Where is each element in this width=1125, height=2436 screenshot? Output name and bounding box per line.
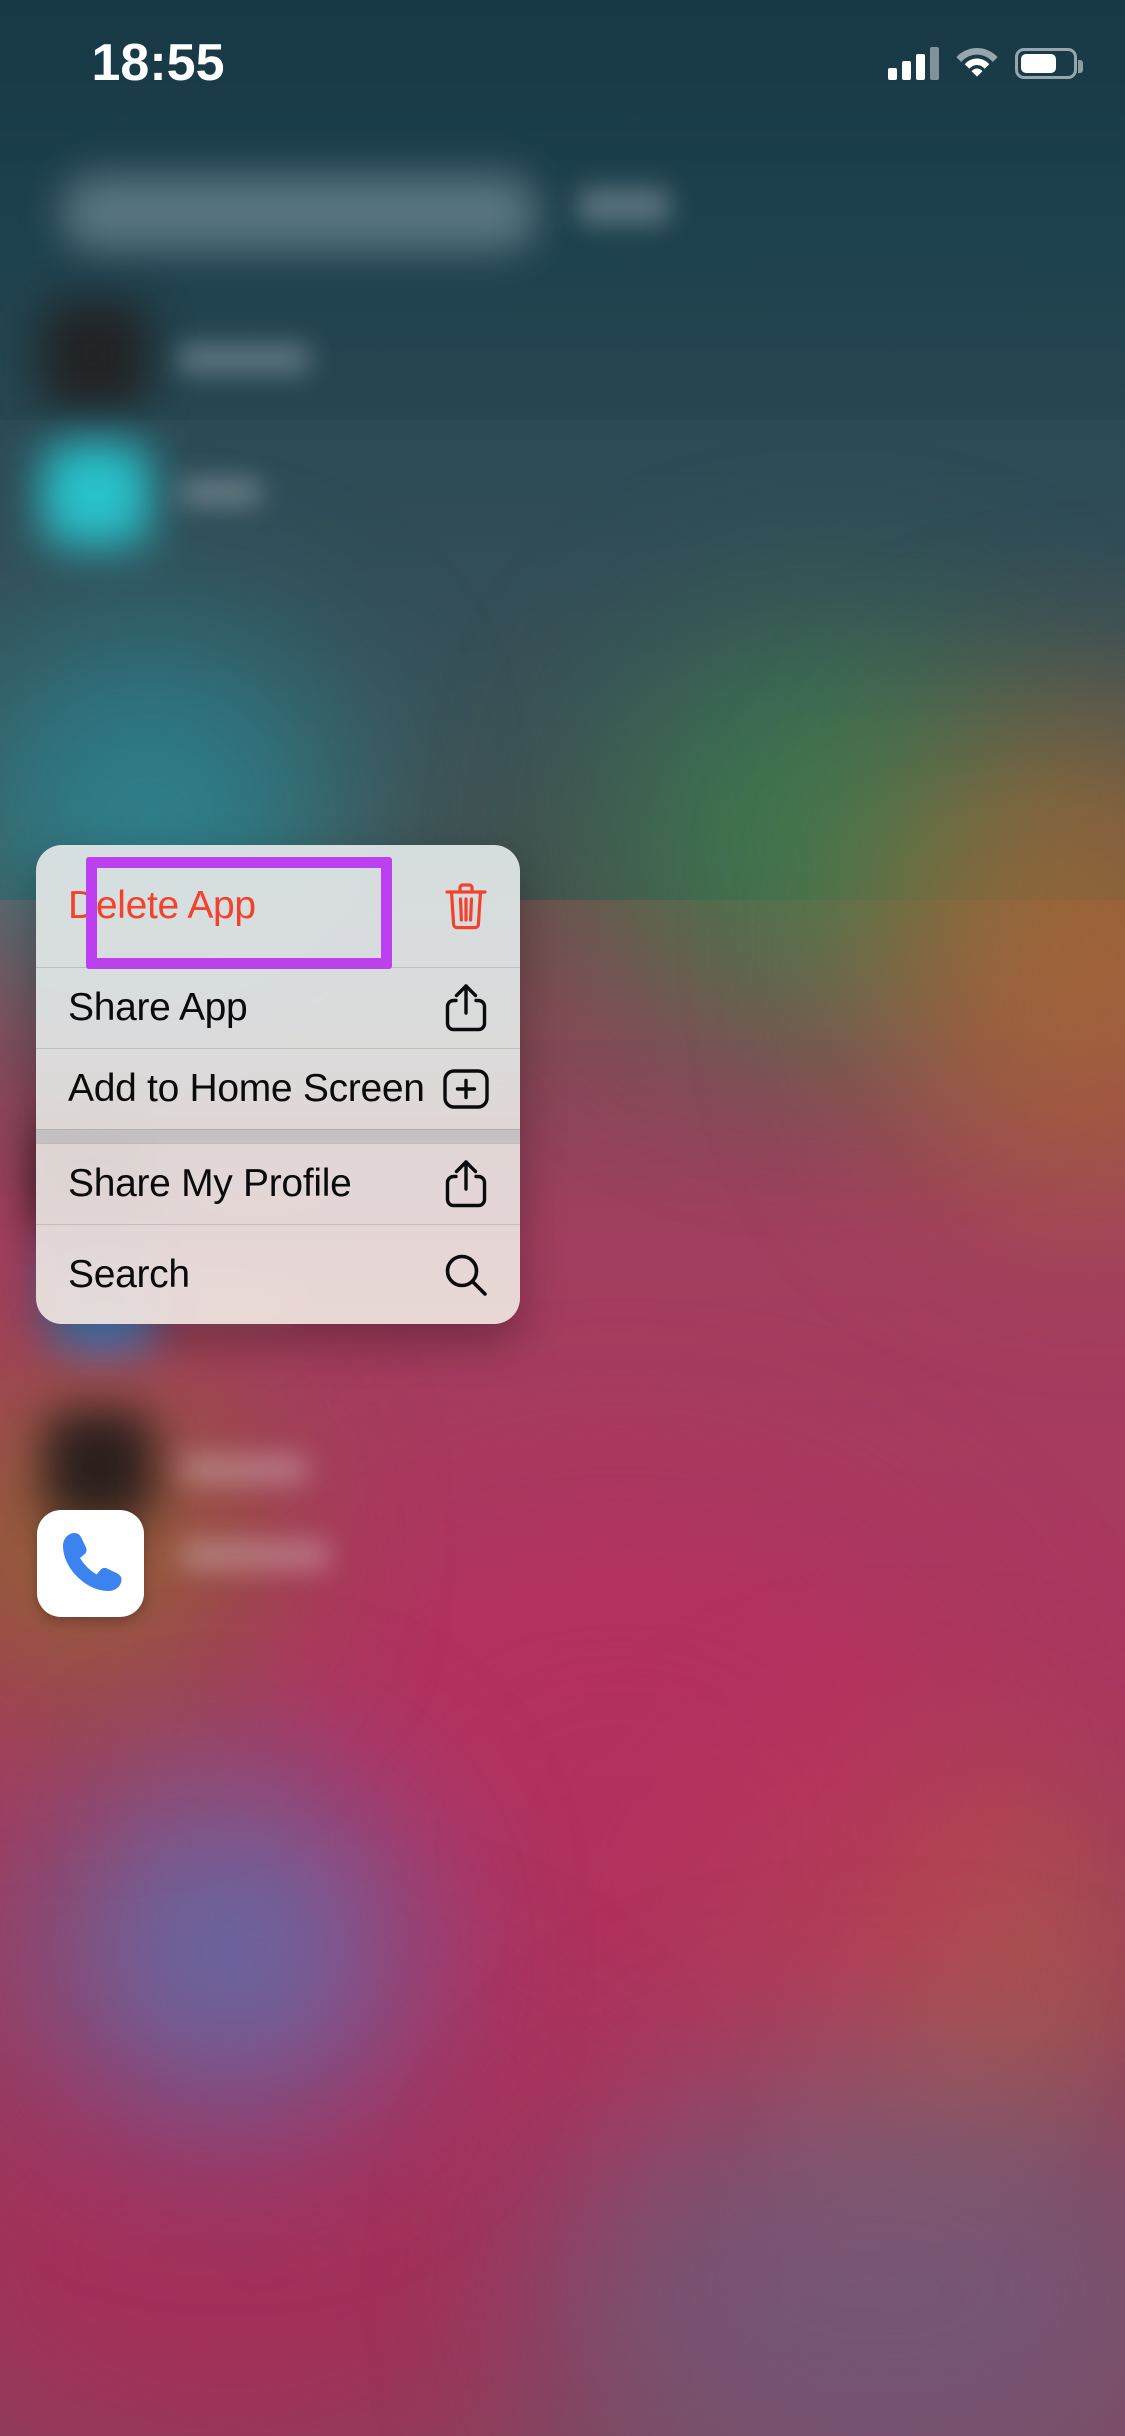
cellular-signal-icon bbox=[888, 46, 939, 80]
status-bar-time: 18:55 bbox=[91, 34, 225, 92]
share-icon bbox=[440, 982, 492, 1034]
wallpaper-app-icon-ghost-5 bbox=[44, 1410, 154, 1522]
phone-app-icon[interactable] bbox=[37, 1510, 144, 1617]
share-icon bbox=[440, 1158, 492, 1210]
app-context-menu[interactable]: Delete App Share App Add to Home Screen … bbox=[36, 845, 520, 1324]
wallpaper-app-label-ghost-6 bbox=[180, 1540, 330, 1570]
plus-square-icon bbox=[440, 1063, 492, 1115]
trash-icon bbox=[440, 880, 492, 932]
wallpaper-app-icon-ghost-2 bbox=[42, 442, 150, 546]
menu-item-share-my-profile-label: Share My Profile bbox=[68, 1162, 352, 1205]
menu-item-share-app-label: Share App bbox=[68, 986, 248, 1029]
status-bar-indicators bbox=[888, 40, 1083, 86]
wallpaper-app-label-ghost-2 bbox=[180, 478, 262, 506]
menu-item-search-label: Search bbox=[68, 1252, 190, 1296]
menu-item-delete-app[interactable]: Delete App bbox=[36, 845, 520, 969]
wallpaper-search-label-ghost bbox=[578, 188, 670, 224]
menu-item-search[interactable]: Search bbox=[36, 1224, 520, 1324]
wallpaper-blob-blue bbox=[60, 1780, 400, 2120]
wallpaper-app-label-ghost-5 bbox=[180, 1454, 308, 1484]
wallpaper-search-bar-ghost bbox=[62, 175, 537, 250]
wallpaper-app-label-ghost-1 bbox=[178, 344, 310, 374]
menu-item-share-app[interactable]: Share App bbox=[36, 967, 520, 1048]
menu-item-delete-app-label: Delete App bbox=[68, 884, 256, 927]
menu-section-separator bbox=[36, 1129, 520, 1143]
phone-handset-icon bbox=[62, 1532, 121, 1591]
menu-item-add-to-home-screen[interactable]: Add to Home Screen bbox=[36, 1048, 520, 1129]
menu-item-add-to-home-screen-label: Add to Home Screen bbox=[68, 1067, 425, 1110]
wallpaper-app-icon-ghost-1 bbox=[40, 300, 150, 410]
search-icon bbox=[440, 1249, 492, 1301]
battery-icon bbox=[1015, 47, 1083, 79]
menu-item-share-my-profile[interactable]: Share My Profile bbox=[36, 1143, 520, 1224]
wifi-icon bbox=[955, 44, 999, 83]
status-bar: 18:55 bbox=[0, 0, 1125, 130]
